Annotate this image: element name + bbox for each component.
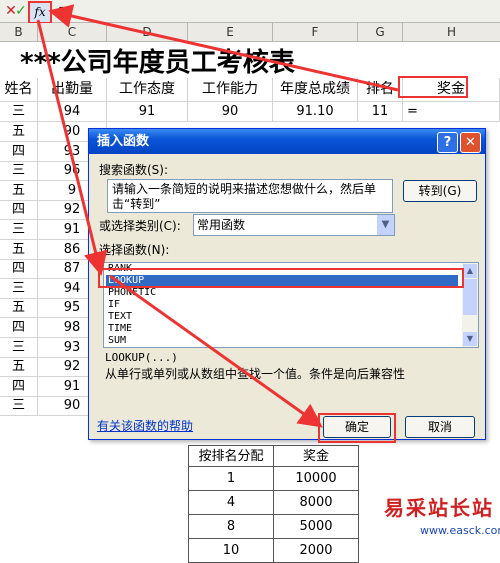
bonus-table-header-amount[interactable]: 奖金 bbox=[273, 445, 359, 467]
bonus-amount-cell[interactable]: 10000 bbox=[273, 466, 359, 491]
arrow-to-list bbox=[36, 19, 108, 276]
bonus-rank-cell[interactable]: 8 bbox=[188, 514, 274, 539]
bonus-amount-cell[interactable]: 2000 bbox=[273, 538, 359, 563]
arrow-to-fx bbox=[48, 4, 399, 92]
arrow-to-ok bbox=[109, 274, 323, 428]
watermark-title: 易采站长站 bbox=[384, 496, 494, 520]
bonus-amount-cell[interactable]: 8000 bbox=[273, 490, 359, 515]
watermark-url: www.easck.com bbox=[420, 524, 500, 537]
bonus-table-header-rank[interactable]: 按排名分配 bbox=[188, 445, 274, 467]
bonus-rank-cell[interactable]: 1 bbox=[188, 466, 274, 491]
bonus-rank-cell[interactable]: 4 bbox=[188, 490, 274, 515]
bonus-amount-cell[interactable]: 5000 bbox=[273, 514, 359, 539]
bonus-rank-cell[interactable]: 10 bbox=[188, 538, 274, 563]
